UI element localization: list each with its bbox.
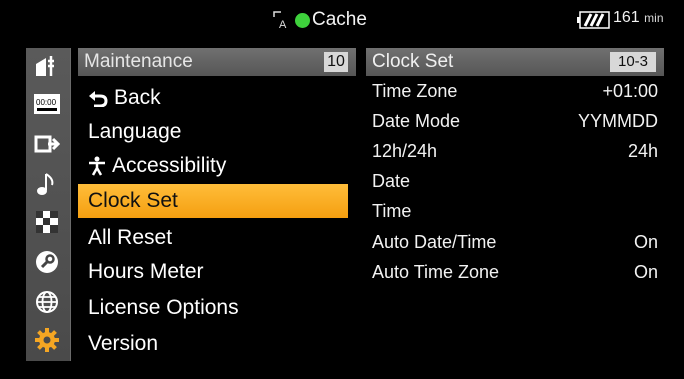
media-slot-icon: A [273, 11, 287, 30]
setting-label: Date [372, 171, 411, 191]
wrench-icon[interactable] [32, 248, 62, 276]
menu-item-label: Language [88, 120, 182, 143]
setting-label: Time Zone [372, 81, 458, 101]
detail-panel: Clock Set 10-3 Time Zone +01:00 Date Mod… [366, 48, 664, 288]
setting-label: Auto Time Zone [372, 262, 500, 282]
media-title: Cache [312, 9, 367, 30]
setting-row-12h-24h[interactable]: 12h/24h 24h [372, 136, 658, 166]
setting-label: 12h/24h [372, 141, 438, 161]
setting-value: On [633, 232, 658, 252]
menu-item-language[interactable]: Language [78, 115, 348, 149]
back-arrow-icon [89, 91, 108, 108]
gear-icon[interactable] [32, 326, 62, 354]
status-bar: A Cache 161 min [0, 0, 684, 38]
record-indicator-icon [295, 12, 310, 28]
battery-minutes: 161 [613, 9, 640, 26]
menu-item-version[interactable]: Version [78, 327, 348, 361]
setting-value: 24h [627, 141, 658, 161]
menu-item-accessibility[interactable]: Accessibility [78, 149, 348, 183]
svg-text:A: A [279, 19, 287, 30]
menu-panel: Maintenance 10 Back Language Accessibili… [78, 48, 356, 361]
menu-item-license-options[interactable]: License Options [78, 291, 348, 325]
menu-item-label: Clock Set [88, 189, 178, 212]
battery-icon [577, 11, 610, 29]
menu-item-hours-meter[interactable]: Hours Meter [78, 255, 348, 289]
detail-title: Clock Set [372, 51, 454, 72]
camera-menu-screen: A Cache 161 min 00:00 Maintenance 10 Bac… [0, 0, 684, 379]
menu-item-label: Accessibility [112, 154, 227, 177]
setting-row-date-mode[interactable]: Date Mode YYMMDD [372, 106, 658, 136]
menu-header-title: Maintenance [84, 51, 193, 72]
output-icon[interactable] [32, 130, 62, 158]
camera-settings-icon[interactable] [32, 52, 62, 80]
detail-page-badge: 10-3 [610, 52, 656, 72]
menu-item-clock-set[interactable]: Clock Set [78, 184, 348, 218]
setting-row-time-zone[interactable]: Time Zone +01:00 [372, 76, 658, 106]
menu-page-badge: 10 [324, 52, 348, 72]
category-sidebar: 00:00 [26, 48, 71, 361]
menu-item-all-reset[interactable]: All Reset [78, 221, 348, 255]
detail-header: Clock Set 10-3 [366, 48, 664, 76]
setting-row-time[interactable]: Time [372, 196, 658, 226]
battery-remaining: 161 min [613, 9, 664, 27]
setting-label: Auto Date/Time [372, 232, 497, 252]
setting-label: Date Mode [372, 111, 461, 131]
menu-item-label: Version [88, 332, 159, 355]
menu-header: Maintenance 10 [78, 48, 356, 76]
svg-text:00:00: 00:00 [36, 98, 57, 107]
checker-pattern-icon[interactable] [32, 208, 62, 236]
setting-value: On [633, 262, 658, 282]
setting-label: Time [372, 201, 412, 221]
menu-item-label: License Options [88, 296, 239, 319]
setting-row-auto-date-time[interactable]: Auto Date/Time On [372, 227, 658, 257]
setting-value: +01:00 [602, 81, 658, 101]
globe-icon[interactable] [32, 288, 62, 316]
media-status: A Cache [272, 8, 367, 32]
menu-item-label: Back [114, 86, 161, 109]
menu-item-label: All Reset [88, 226, 173, 249]
menu-item-label: Hours Meter [88, 260, 204, 283]
setting-row-date[interactable]: Date [372, 166, 658, 196]
battery-unit: min [644, 11, 664, 25]
menu-item-back[interactable]: Back [78, 81, 348, 115]
accessibility-icon [89, 156, 105, 177]
setting-value: YYMMDD [578, 111, 658, 131]
setting-row-auto-time-zone[interactable]: Auto Time Zone On [372, 257, 658, 287]
audio-note-icon[interactable] [32, 170, 62, 198]
timecode-icon[interactable]: 00:00 [32, 90, 62, 118]
